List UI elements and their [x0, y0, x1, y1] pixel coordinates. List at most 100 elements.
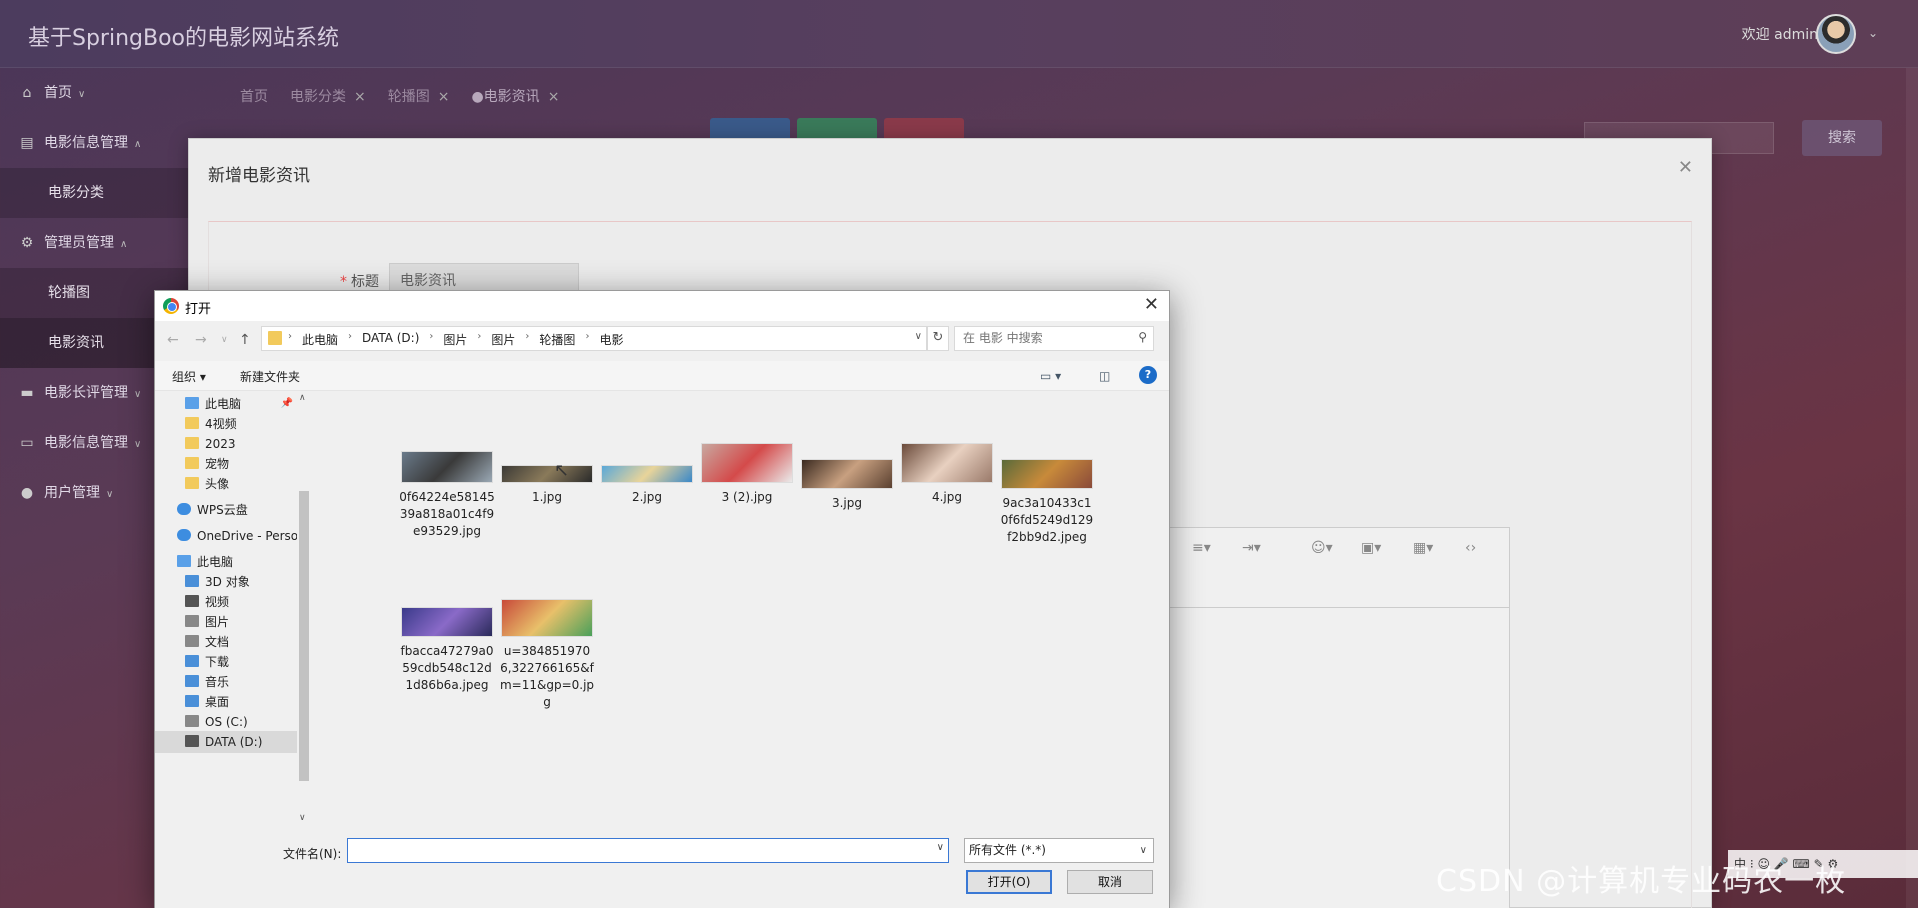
close-icon[interactable]: ✕	[1678, 157, 1693, 178]
file-item[interactable]: fbacca47279a059cdb548c12d1d86b6a.jpeg	[399, 607, 495, 694]
crumb[interactable]: 图片	[443, 331, 467, 348]
crumb[interactable]: 图片	[491, 331, 515, 348]
nav-item[interactable]: OS (C:)	[155, 711, 297, 733]
view-options-icon[interactable]: ▭ ▾	[1040, 369, 1061, 383]
sidebar-item-movie-info[interactable]: ▤ 电影信息管理 ∧	[0, 118, 205, 168]
nav-item[interactable]: 图片	[155, 611, 297, 633]
forward-icon[interactable]: →	[195, 332, 207, 348]
preview-pane-icon[interactable]: ◫	[1099, 369, 1110, 383]
avatar[interactable]	[1816, 14, 1856, 54]
nav-item[interactable]: 文档	[155, 631, 297, 653]
back-icon[interactable]: ←	[167, 332, 179, 348]
image-thumbnail	[901, 443, 993, 483]
file-item[interactable]: u=3848519706,322766165&fm=11&gp=0.jpg	[499, 599, 595, 711]
nav-scrollbar[interactable]: ∧ ∨	[297, 391, 311, 825]
tab-bar: 首页 电影分类 × 轮播图 × ●电影资讯 ×	[240, 86, 559, 106]
cancel-button[interactable]: 取消	[1067, 870, 1153, 894]
filename-field[interactable]: ∨	[347, 838, 949, 863]
modal-title: 新增电影资讯	[208, 166, 310, 186]
nav-item[interactable]: OneDrive - Perso	[155, 525, 297, 547]
title-label: * 标题	[340, 274, 379, 290]
file-item[interactable]: 2.jpg	[599, 465, 695, 506]
sidebar-item-movie-category[interactable]: 电影分类	[0, 168, 205, 218]
file-name: 1.jpg	[531, 490, 563, 504]
help-icon[interactable]: ?	[1139, 366, 1157, 384]
chevron-down-icon[interactable]: ∨	[937, 842, 944, 853]
file-item[interactable]: 0f64224e5814539a818a01c4f9e93529.jpg	[399, 451, 495, 540]
up-arrow-icon[interactable]: ↑	[239, 332, 251, 348]
drive-icon	[185, 575, 199, 587]
nav-item[interactable]: 音乐	[155, 671, 297, 693]
tab-movie-category[interactable]: 电影分类 ×	[290, 86, 366, 106]
organize-button[interactable]: 组织 ▾	[172, 368, 206, 385]
drive-icon	[185, 655, 199, 667]
emoji-icon[interactable]: ☺▾	[1311, 540, 1333, 556]
chevron-down-icon[interactable]: ∨	[221, 335, 228, 345]
nav-item[interactable]: WPS云盘	[155, 499, 297, 521]
folder-search[interactable]: ⚲	[954, 326, 1154, 351]
rich-text-editor[interactable]: ≡▾ ⇥▾ ☺▾ ▣▾ ▦▾ ‹›	[1167, 527, 1510, 908]
open-file-dialog: 打开 ✕ ← → ∨ ↑ › 此电脑 › DATA (D:) › 图片 › 图片 › 轮…	[154, 290, 1170, 908]
nav-item[interactable]: 桌面	[155, 691, 297, 713]
nav-item[interactable]: 此电脑	[155, 551, 297, 573]
nav-item[interactable]: 4视频	[155, 413, 297, 435]
navigation-pane: 此电脑 📌 4视频 2023 宠物 头像 WPS云盘 OneDrive - Perso 此电脑 3…	[155, 391, 297, 825]
dialog-titlebar: 打开 ✕	[155, 291, 1169, 321]
file-name: 3.jpg	[831, 496, 863, 510]
table-icon[interactable]: ▦▾	[1413, 540, 1433, 556]
close-icon[interactable]: ×	[354, 89, 366, 105]
open-button[interactable]: 打开(O)	[966, 870, 1052, 894]
folder-icon	[185, 457, 199, 469]
nav-item[interactable]: 3D 对象	[155, 571, 297, 593]
align-icon[interactable]: ≡▾	[1192, 540, 1211, 556]
indent-icon[interactable]: ⇥▾	[1242, 540, 1261, 556]
chevron-down-icon[interactable]: ∨	[299, 813, 306, 823]
file-name: fbacca47279a059cdb548c12d1d86b6a.jpeg	[400, 644, 494, 692]
crumb[interactable]: 此电脑	[302, 331, 338, 348]
search-input[interactable]	[963, 327, 1133, 349]
filename-input[interactable]	[352, 839, 922, 860]
nav-item[interactable]: 视频	[155, 591, 297, 613]
address-bar[interactable]: › 此电脑 › DATA (D:) › 图片 › 图片 › 轮播图 › 电影 ∨	[261, 326, 927, 351]
code-icon[interactable]: ‹›	[1465, 540, 1476, 556]
new-folder-button[interactable]: 新建文件夹	[240, 368, 300, 385]
tab-carousel[interactable]: 轮播图 ×	[388, 86, 450, 106]
file-item[interactable]: 4.jpg	[899, 443, 995, 506]
chevron-down-icon[interactable]: ⌄	[1868, 26, 1878, 40]
crumb[interactable]: DATA (D:)	[362, 331, 419, 348]
refresh-icon[interactable]: ↻	[927, 326, 949, 351]
sidebar-item-home[interactable]: ⌂ 首页 ∨	[0, 68, 205, 118]
file-item[interactable]: 3.jpg	[799, 459, 895, 512]
drive-icon	[185, 595, 199, 607]
scroll-thumb[interactable]	[299, 491, 309, 781]
tab-movie-news[interactable]: ●电影资讯 ×	[471, 86, 559, 106]
nav-item[interactable]: DATA (D:)	[155, 731, 297, 753]
search-button[interactable]: 搜索	[1802, 120, 1882, 156]
required-mark: *	[340, 274, 347, 290]
image-icon[interactable]: ▣▾	[1361, 540, 1381, 556]
nav-item[interactable]: 下载	[155, 651, 297, 673]
sidebar-item-admin[interactable]: ⚙ 管理员管理 ∧	[0, 218, 205, 268]
nav-item[interactable]: 2023	[155, 433, 297, 455]
chevron-down-icon: ∨	[78, 89, 86, 100]
chrome-icon	[163, 298, 179, 314]
close-icon[interactable]: ×	[438, 89, 450, 105]
crumb[interactable]: 电影	[599, 331, 623, 348]
file-type-select[interactable]: 所有文件 (*.*) ∨	[964, 838, 1154, 863]
tab-home[interactable]: 首页	[240, 86, 268, 106]
crumb[interactable]: 轮播图	[539, 331, 575, 348]
nav-item[interactable]: 头像	[155, 473, 297, 495]
nav-item[interactable]: 此电脑 📌	[155, 393, 297, 415]
file-item[interactable]: 3 (2).jpg	[699, 443, 795, 506]
chevron-down-icon[interactable]: ∨	[915, 331, 922, 342]
drive-icon	[185, 695, 199, 707]
close-icon[interactable]: ✕	[1144, 294, 1159, 315]
file-name: 3 (2).jpg	[721, 490, 773, 504]
page-scrollbar[interactable]	[1906, 68, 1918, 908]
file-item[interactable]: 9ac3a10433c10f6fd5249d129f2bb9d2.jpeg	[999, 459, 1095, 546]
chevron-up-icon[interactable]: ∧	[299, 393, 306, 403]
image-thumbnail	[501, 465, 593, 483]
file-item[interactable]: 1.jpg	[499, 465, 595, 506]
close-icon[interactable]: ×	[548, 89, 560, 105]
nav-item[interactable]: 宠物	[155, 453, 297, 475]
